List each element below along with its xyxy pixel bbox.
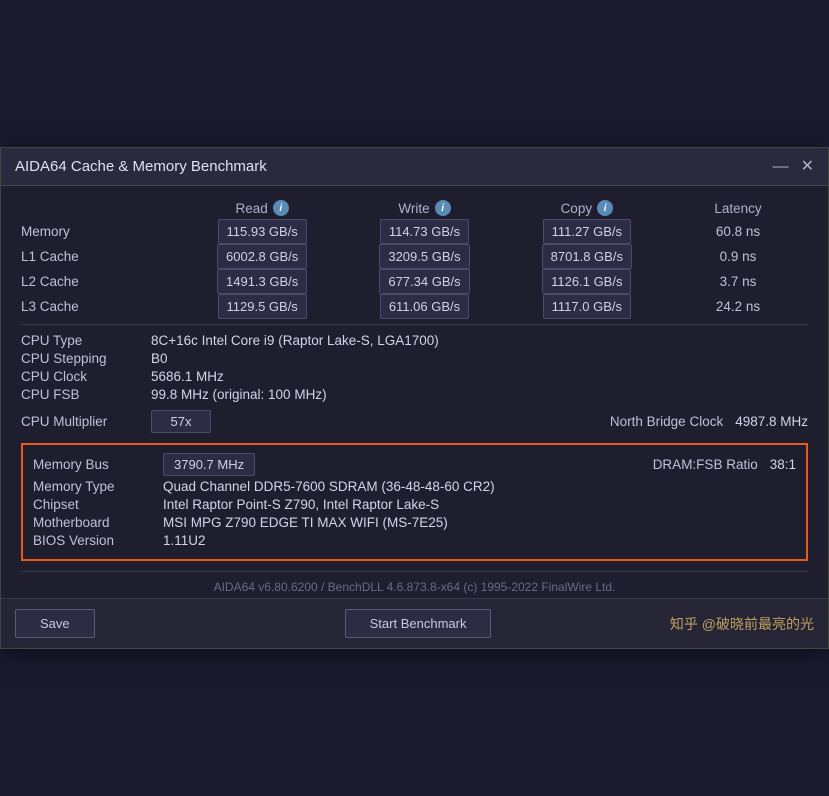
highlight-section: Memory Bus 3790.7 MHz DRAM:FSB Ratio 38:… bbox=[21, 443, 808, 561]
highlight-value: MSI MPG Z790 EDGE TI MAX WIFI (MS-7E25) bbox=[163, 515, 448, 530]
title-bar: AIDA64 Cache & Memory Benchmark — ✕ bbox=[1, 148, 828, 186]
dram-fsb-label: DRAM:FSB Ratio bbox=[653, 457, 758, 472]
content-area: Read i Write i Copy i Latency Memory 115… bbox=[1, 186, 828, 598]
latency-value: 60.8 ns bbox=[668, 224, 808, 239]
highlight-info-row: BIOS Version 1.11U2 bbox=[33, 533, 796, 548]
table-row: L3 Cache 1129.5 GB/s 611.06 GB/s 1117.0 … bbox=[21, 299, 808, 314]
divider-1 bbox=[21, 324, 808, 325]
memory-bus-label: Memory Bus bbox=[33, 457, 163, 472]
main-window: AIDA64 Cache & Memory Benchmark — ✕ Read… bbox=[0, 147, 829, 649]
copy-value: 111.27 GB/s bbox=[506, 224, 668, 239]
table-row: L1 Cache 6002.8 GB/s 3209.5 GB/s 8701.8 … bbox=[21, 249, 808, 264]
memory-bus-row: Memory Bus 3790.7 MHz DRAM:FSB Ratio 38:… bbox=[33, 453, 796, 476]
cpu-info-section: CPU Type 8C+16c Intel Core i9 (Raptor La… bbox=[21, 333, 808, 402]
close-button[interactable]: ✕ bbox=[801, 159, 814, 175]
highlight-value: Quad Channel DDR5-7600 SDRAM (36-48-48-6… bbox=[163, 479, 495, 494]
info-label: CPU FSB bbox=[21, 387, 151, 402]
save-button[interactable]: Save bbox=[15, 609, 95, 638]
highlight-label: BIOS Version bbox=[33, 533, 163, 548]
write-column-header: Write i bbox=[343, 200, 505, 216]
read-column-header: Read i bbox=[181, 200, 343, 216]
north-bridge-section: North Bridge Clock 4987.8 MHz bbox=[610, 414, 808, 429]
copy-info-icon[interactable]: i bbox=[597, 200, 613, 216]
dram-fsb-section: DRAM:FSB Ratio 38:1 bbox=[653, 457, 796, 472]
info-row: CPU Stepping B0 bbox=[21, 351, 808, 366]
start-benchmark-button[interactable]: Start Benchmark bbox=[345, 609, 492, 638]
row-label: Memory bbox=[21, 224, 181, 239]
latency-value: 3.7 ns bbox=[668, 274, 808, 289]
highlighted-info-rows: Memory Type Quad Channel DDR5-7600 SDRAM… bbox=[33, 479, 796, 548]
row-label: L2 Cache bbox=[21, 274, 181, 289]
footer-text: AIDA64 v6.80.6200 / BenchDLL 4.6.873.8-x… bbox=[21, 571, 808, 598]
info-label: CPU Type bbox=[21, 333, 151, 348]
copy-value: 8701.8 GB/s bbox=[506, 249, 668, 264]
north-bridge-label: North Bridge Clock bbox=[610, 414, 723, 429]
info-value: B0 bbox=[151, 351, 168, 366]
info-label: CPU Stepping bbox=[21, 351, 151, 366]
info-value: 5686.1 MHz bbox=[151, 369, 224, 384]
copy-column-header: Copy i bbox=[506, 200, 668, 216]
write-value: 3209.5 GB/s bbox=[343, 249, 505, 264]
copy-value: 1126.1 GB/s bbox=[506, 274, 668, 289]
highlight-label: Chipset bbox=[33, 497, 163, 512]
watermark: 知乎 @破晓前最亮的光 bbox=[670, 614, 814, 634]
info-value: 99.8 MHz (original: 100 MHz) bbox=[151, 387, 327, 402]
highlight-info-row: Memory Type Quad Channel DDR5-7600 SDRAM… bbox=[33, 479, 796, 494]
read-value: 6002.8 GB/s bbox=[181, 249, 343, 264]
write-value: 611.06 GB/s bbox=[343, 299, 505, 314]
north-bridge-value: 4987.8 MHz bbox=[735, 414, 808, 429]
read-info-icon[interactable]: i bbox=[273, 200, 289, 216]
window-controls: — ✕ bbox=[773, 159, 814, 175]
info-row: CPU FSB 99.8 MHz (original: 100 MHz) bbox=[21, 387, 808, 402]
row-label: L3 Cache bbox=[21, 299, 181, 314]
latency-value: 0.9 ns bbox=[668, 249, 808, 264]
highlight-info-row: Motherboard MSI MPG Z790 EDGE TI MAX WIF… bbox=[33, 515, 796, 530]
column-headers: Read i Write i Copy i Latency bbox=[21, 200, 808, 220]
cpu-multiplier-label: CPU Multiplier bbox=[21, 414, 151, 429]
info-row: CPU Clock 5686.1 MHz bbox=[21, 369, 808, 384]
latency-value: 24.2 ns bbox=[668, 299, 808, 314]
info-label: CPU Clock bbox=[21, 369, 151, 384]
copy-value: 1117.0 GB/s bbox=[506, 299, 668, 314]
info-value: 8C+16c Intel Core i9 (Raptor Lake-S, LGA… bbox=[151, 333, 439, 348]
cpu-multiplier-value: 57x bbox=[151, 410, 211, 433]
minimize-button[interactable]: — bbox=[773, 159, 789, 175]
highlight-label: Motherboard bbox=[33, 515, 163, 530]
latency-column-header: Latency bbox=[668, 200, 808, 216]
read-value: 115.93 GB/s bbox=[181, 224, 343, 239]
cpu-multiplier-row: CPU Multiplier 57x North Bridge Clock 49… bbox=[21, 410, 808, 433]
write-value: 677.34 GB/s bbox=[343, 274, 505, 289]
table-row: L2 Cache 1491.3 GB/s 677.34 GB/s 1126.1 … bbox=[21, 274, 808, 289]
benchmark-rows: Memory 115.93 GB/s 114.73 GB/s 111.27 GB… bbox=[21, 224, 808, 314]
window-title: AIDA64 Cache & Memory Benchmark bbox=[15, 158, 267, 175]
memory-bus-value: 3790.7 MHz bbox=[163, 453, 255, 476]
highlight-label: Memory Type bbox=[33, 479, 163, 494]
info-row: CPU Type 8C+16c Intel Core i9 (Raptor La… bbox=[21, 333, 808, 348]
highlight-info-row: Chipset Intel Raptor Point-S Z790, Intel… bbox=[33, 497, 796, 512]
table-row: Memory 115.93 GB/s 114.73 GB/s 111.27 GB… bbox=[21, 224, 808, 239]
dram-fsb-value: 38:1 bbox=[770, 457, 796, 472]
write-info-icon[interactable]: i bbox=[435, 200, 451, 216]
bottom-bar: Save Start Benchmark 知乎 @破晓前最亮的光 bbox=[1, 598, 828, 648]
write-value: 114.73 GB/s bbox=[343, 224, 505, 239]
read-value: 1129.5 GB/s bbox=[181, 299, 343, 314]
row-label: L1 Cache bbox=[21, 249, 181, 264]
highlight-value: Intel Raptor Point-S Z790, Intel Raptor … bbox=[163, 497, 439, 512]
read-value: 1491.3 GB/s bbox=[181, 274, 343, 289]
highlight-value: 1.11U2 bbox=[163, 533, 206, 548]
